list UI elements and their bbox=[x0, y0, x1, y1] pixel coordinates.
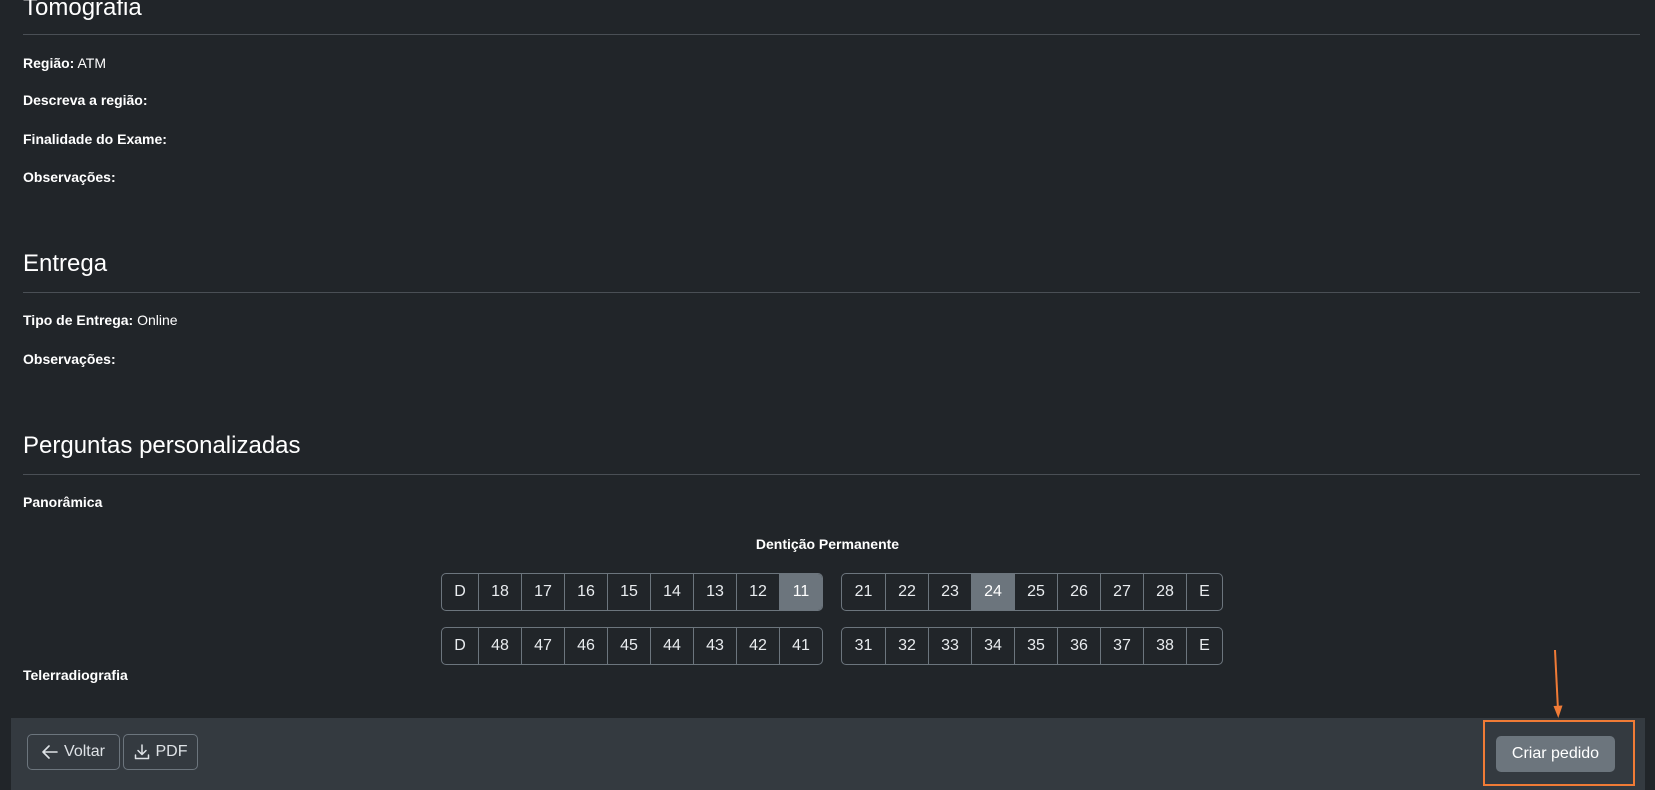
side-label-esquerda: E bbox=[1186, 574, 1222, 610]
field-label: Descreva a região: bbox=[23, 92, 148, 108]
tooth-36[interactable]: 36 bbox=[1057, 628, 1100, 664]
tooth-26[interactable]: 26 bbox=[1057, 574, 1100, 610]
side-label-direita: D bbox=[454, 637, 466, 654]
tooth-32[interactable]: 32 bbox=[885, 628, 928, 664]
tooth-11[interactable]: 11 bbox=[779, 574, 822, 610]
tooth-22[interactable]: 22 bbox=[885, 574, 928, 610]
field-label: Observações: bbox=[23, 169, 116, 185]
tooth-group-upper-right: D 18 17 16 15 14 13 12 11 bbox=[441, 573, 823, 611]
download-icon bbox=[134, 744, 150, 760]
tooth-13[interactable]: 13 bbox=[693, 574, 736, 610]
tooth-44[interactable]: 44 bbox=[650, 628, 693, 664]
tooth-23[interactable]: 23 bbox=[928, 574, 971, 610]
tooth-14[interactable]: 14 bbox=[650, 574, 693, 610]
tooth-48[interactable]: 48 bbox=[478, 628, 521, 664]
tooth-24[interactable]: 24 bbox=[971, 574, 1014, 610]
tooth-47[interactable]: 47 bbox=[521, 628, 564, 664]
field-value: Online bbox=[137, 312, 178, 328]
divider bbox=[23, 34, 1640, 35]
tooth-15[interactable]: 15 bbox=[607, 574, 650, 610]
section-title-entrega: Entrega bbox=[23, 250, 108, 277]
side-label-esquerda: E bbox=[1186, 628, 1222, 664]
footer-action-bar: Voltar PDF Criar pedido bbox=[11, 718, 1645, 790]
tooth-35[interactable]: 35 bbox=[1014, 628, 1057, 664]
field-finalidade: Finalidade do Exame: bbox=[23, 131, 167, 147]
divider bbox=[23, 474, 1640, 475]
subhead-telerradiografia: Telerradiografia bbox=[23, 667, 128, 683]
field-label: Tipo de Entrega: bbox=[23, 312, 134, 328]
field-label: Região: bbox=[23, 55, 75, 71]
page: Tomografia Região: ATM Descreva a região… bbox=[0, 0, 1655, 790]
tooth-16[interactable]: 16 bbox=[564, 574, 607, 610]
tooth-34[interactable]: 34 bbox=[971, 628, 1014, 664]
divider bbox=[23, 292, 1640, 293]
tooth-17[interactable]: 17 bbox=[521, 574, 564, 610]
tooth-group-lower-right: D 48 47 46 45 44 43 42 41 bbox=[441, 627, 823, 665]
tooth-27[interactable]: 27 bbox=[1100, 574, 1143, 610]
field-tipo-entrega: Tipo de Entrega: Online bbox=[23, 312, 178, 328]
tooth-21[interactable]: 21 bbox=[842, 574, 885, 610]
side-label-direita: D bbox=[454, 583, 466, 600]
field-regiao: Região: ATM bbox=[23, 55, 106, 71]
tooth-12[interactable]: 12 bbox=[736, 574, 779, 610]
tooth-18[interactable]: 18 bbox=[478, 574, 521, 610]
tooth-31[interactable]: 31 bbox=[842, 628, 885, 664]
denticao-title: Dentição Permanente bbox=[755, 536, 900, 552]
tooth-37[interactable]: 37 bbox=[1100, 628, 1143, 664]
tooth-28[interactable]: 28 bbox=[1143, 574, 1186, 610]
tooth-25[interactable]: 25 bbox=[1014, 574, 1057, 610]
tooth-group-upper-left: 21 22 23 24 25 26 27 28 E bbox=[841, 573, 1223, 611]
field-observacoes-tomografia: Observações: bbox=[23, 169, 116, 185]
back-button-label: Voltar bbox=[64, 743, 105, 760]
pdf-button-label: PDF bbox=[155, 743, 188, 760]
tooth-38[interactable]: 38 bbox=[1143, 628, 1186, 664]
tooth-group-lower-left: 31 32 33 34 35 36 37 38 E bbox=[841, 627, 1223, 665]
tooth-45[interactable]: 45 bbox=[607, 628, 650, 664]
section-title-tomografia: Tomografia bbox=[23, 0, 142, 21]
pdf-button[interactable]: PDF bbox=[123, 734, 198, 770]
field-label: Finalidade do Exame: bbox=[23, 131, 167, 147]
tooth-43[interactable]: 43 bbox=[693, 628, 736, 664]
field-label: Observações: bbox=[23, 351, 116, 367]
tooth-46[interactable]: 46 bbox=[564, 628, 607, 664]
annotation-arrow-icon bbox=[1553, 649, 1563, 718]
tooth-41[interactable]: 41 bbox=[779, 628, 822, 664]
subhead-panoramica: Panorâmica bbox=[23, 494, 103, 510]
back-button[interactable]: Voltar bbox=[27, 734, 120, 770]
create-order-button[interactable]: Criar pedido bbox=[1496, 736, 1615, 772]
field-value: ATM bbox=[77, 55, 106, 71]
field-observacoes-entrega: Observações: bbox=[23, 351, 116, 367]
tooth-33[interactable]: 33 bbox=[928, 628, 971, 664]
tooth-42[interactable]: 42 bbox=[736, 628, 779, 664]
field-descreva-regiao: Descreva a região: bbox=[23, 92, 148, 108]
arrow-left-icon bbox=[42, 745, 58, 759]
section-title-perguntas: Perguntas personalizadas bbox=[23, 432, 301, 459]
